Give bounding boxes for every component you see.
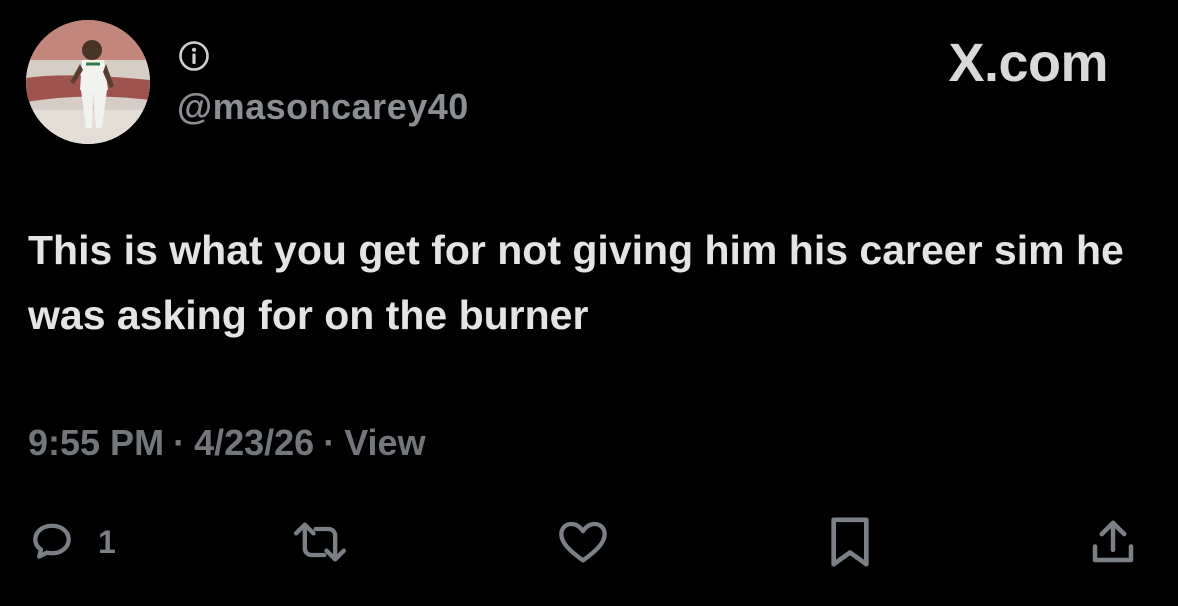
reply-button[interactable]: 1 [26,516,116,568]
heart-icon [559,521,607,563]
meta-separator: · [173,422,186,463]
tweet-text: This is what you get for not giving him … [28,227,1124,338]
avatar[interactable] [26,20,150,144]
retweet-button[interactable] [286,516,354,568]
share-button[interactable] [1086,516,1140,568]
share-upload-icon [1092,520,1134,563]
reply-count: 1 [98,523,116,560]
bookmark-button[interactable] [824,516,876,568]
tweet-date[interactable]: 4/23/26 [194,422,314,463]
retweet-icon [294,522,346,562]
like-button[interactable] [554,516,612,568]
tweet-meta: 9:55 PM · 4/23/26 · View [28,422,426,464]
meta-separator: · [323,422,336,463]
tweet-time[interactable]: 9:55 PM [28,422,164,463]
profile-handle[interactable]: @masoncarey40 [177,86,469,128]
brand-logo-text: X.com [948,33,1108,93]
info-icon[interactable] [178,40,210,72]
views-link[interactable]: View [344,422,425,463]
bookmark-icon [831,517,869,567]
comment-bubble-icon [33,523,71,559]
